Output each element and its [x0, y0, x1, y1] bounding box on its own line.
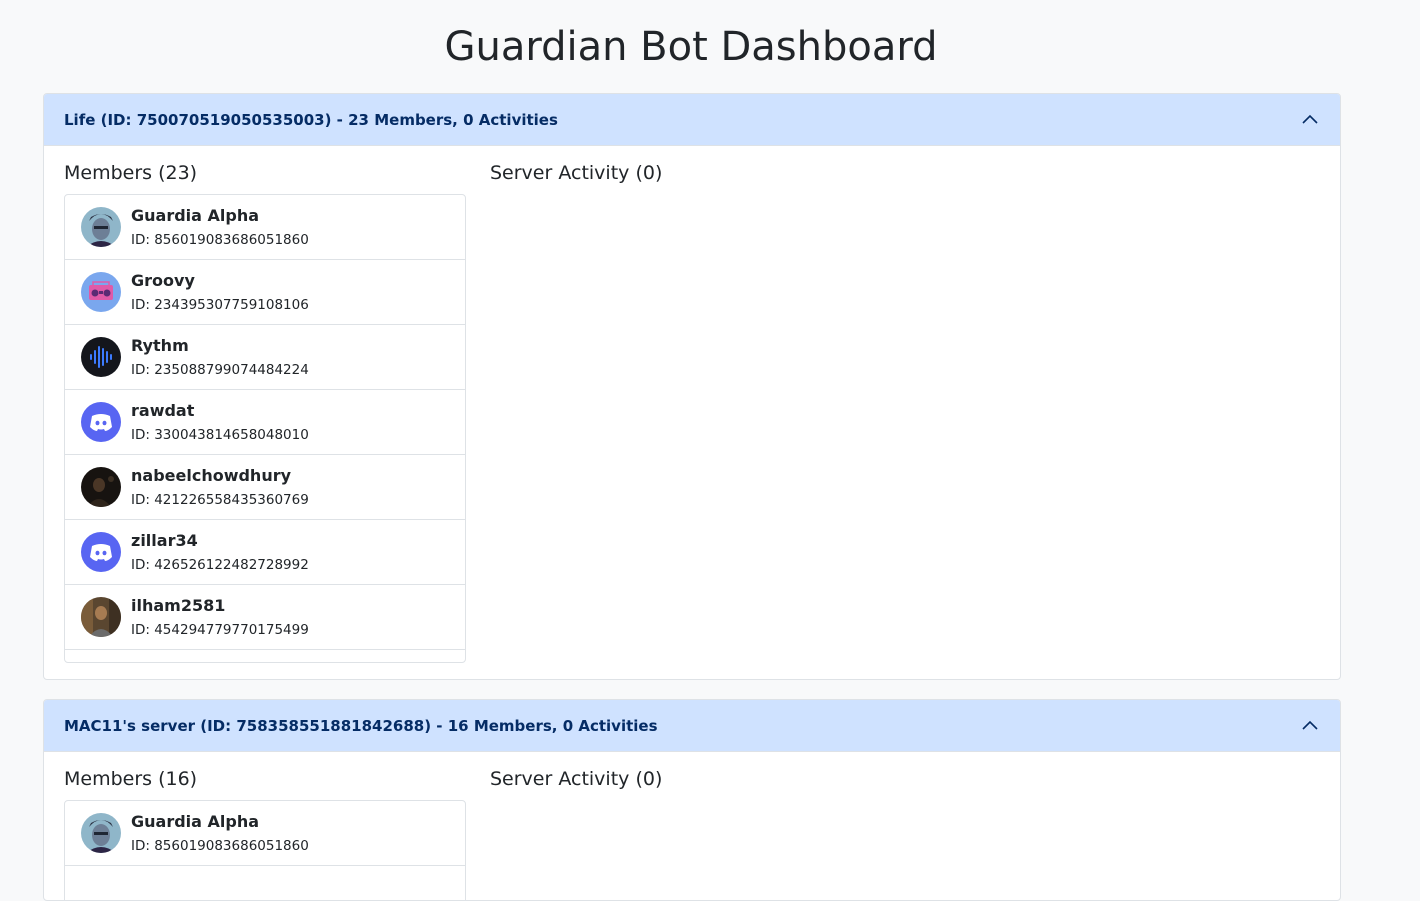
chevron-up-icon[interactable] — [1300, 110, 1320, 130]
discord-default-avatar — [81, 532, 121, 572]
chevron-up-icon[interactable] — [1300, 716, 1320, 736]
member-item[interactable]: Rythm ID: 235088799074484224 — [65, 325, 465, 390]
server-activity-heading: Server Activity (0) — [490, 768, 663, 790]
member-name: rawdat — [131, 400, 195, 420]
member-id: ID: 454294779770175499 — [131, 621, 309, 638]
member-name: Rythm — [131, 335, 189, 355]
server-accordion-header[interactable]: Life (ID: 750070519050535003) - 23 Membe… — [44, 94, 1340, 146]
member-item[interactable]: Guardia Alpha ID: 856019083686051860 — [65, 801, 465, 866]
members-heading: Members (16) — [64, 768, 198, 790]
server-header-text: MAC11's server (ID: 758358551881842688) … — [64, 717, 658, 735]
server-header-text: Life (ID: 750070519050535003) - 23 Membe… — [64, 111, 558, 129]
member-item[interactable]: Groovy ID: 234395307759108106 — [65, 260, 465, 325]
member-item[interactable]: ilham2581 ID: 454294779770175499 — [65, 585, 465, 650]
member-id: ID: 234395307759108106 — [131, 296, 309, 313]
member-name: Guardia Alpha — [131, 811, 260, 831]
member-item[interactable]: zillar34 ID: 426526122482728992 — [65, 520, 465, 585]
server-accordion-body: Members (23) Server Activity (0) Guardia… — [44, 146, 1340, 678]
member-id: ID: 426526122482728992 — [131, 556, 309, 573]
members-list[interactable]: Guardia Alpha ID: 856019083686051860 Gro… — [64, 194, 466, 663]
member-id: ID: 330043814658048010 — [131, 426, 309, 443]
discord-default-avatar — [81, 402, 121, 442]
member-item[interactable]: Guardia Alpha ID: 856019083686051860 — [65, 195, 465, 260]
anime-character-avatar — [81, 207, 121, 247]
page-title: Guardian Bot Dashboard — [444, 24, 938, 70]
member-id: ID: 856019083686051860 — [131, 837, 309, 854]
members-list[interactable]: Guardia Alpha ID: 856019083686051860 — [64, 800, 466, 900]
boombox-avatar — [81, 272, 121, 312]
photo-avatar — [81, 597, 121, 637]
member-name: nabeelchowdhury — [131, 465, 292, 485]
member-item[interactable]: nabeelchowdhury ID: 421226558435360769 — [65, 455, 465, 520]
server-activity-heading: Server Activity (0) — [490, 162, 663, 184]
member-name: Guardia Alpha — [131, 205, 260, 225]
member-id: ID: 856019083686051860 — [131, 231, 309, 248]
members-heading: Members (23) — [64, 162, 198, 184]
member-item[interactable]: rawdat ID: 330043814658048010 — [65, 390, 465, 455]
member-id: ID: 421226558435360769 — [131, 491, 309, 508]
member-id: ID: 235088799074484224 — [131, 361, 309, 378]
member-name: ilham2581 — [131, 595, 226, 615]
server-accordion-mac11: MAC11's server (ID: 758358551881842688) … — [43, 699, 1341, 901]
soundwave-avatar — [81, 337, 121, 377]
anime-character-avatar — [81, 813, 121, 853]
server-accordion-life: Life (ID: 750070519050535003) - 23 Membe… — [43, 93, 1341, 680]
member-name: zillar34 — [131, 530, 198, 550]
member-item[interactable] — [65, 866, 465, 900]
server-accordion-header[interactable]: MAC11's server (ID: 758358551881842688) … — [44, 700, 1340, 752]
member-name: Groovy — [131, 270, 195, 290]
photo-avatar — [81, 467, 121, 507]
